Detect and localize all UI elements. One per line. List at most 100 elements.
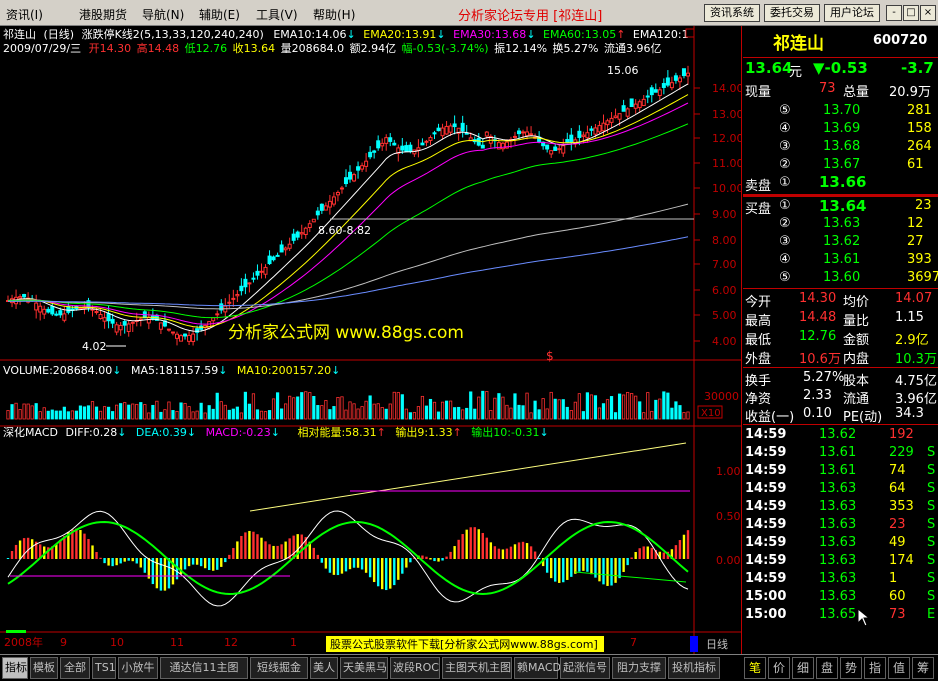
candle-body [665, 77, 670, 86]
buy-num: ② [779, 216, 791, 231]
volume-bar [6, 410, 10, 420]
tab-7[interactable]: 美人 [310, 657, 338, 679]
tick-time: 14:59 [745, 427, 787, 442]
macd-bar [549, 558, 553, 579]
macd-bar [75, 528, 78, 559]
volume-bar [557, 399, 561, 420]
macd-bar [505, 548, 509, 559]
close-icon[interactable]: × [920, 5, 936, 21]
tab-10[interactable]: 主图天机主图 [442, 657, 512, 679]
macd-bar [401, 558, 404, 574]
svg-text:0.50: 0.50 [716, 510, 741, 523]
maximize-icon[interactable]: □ [903, 5, 919, 21]
tab-6[interactable]: 短线掘金 [250, 657, 308, 679]
tab-2[interactable]: 全部 [60, 657, 90, 679]
minimize-icon[interactable]: - [886, 5, 902, 21]
volume-bar [626, 392, 630, 420]
menu-item-navigate[interactable]: 导航(N) [142, 6, 184, 23]
tick-price: 13.63 [819, 535, 857, 550]
candle-body [179, 335, 184, 342]
volume-bar [34, 403, 38, 420]
right-tab-5[interactable]: 指 [864, 657, 886, 679]
candle-body [621, 105, 626, 112]
tick-time: 14:59 [745, 463, 787, 478]
candle-body [629, 98, 634, 108]
macd-bar [55, 543, 58, 559]
volume-bar [46, 410, 50, 420]
right-tab-3[interactable]: 盘 [816, 657, 838, 679]
tick-side: S [927, 571, 936, 586]
volume-bar [207, 405, 211, 420]
buy-num: ④ [779, 252, 791, 267]
right-tab-7[interactable]: 筹 [912, 657, 934, 679]
macd-histogram [6, 527, 690, 591]
tab-0[interactable]: 指标 [2, 657, 28, 679]
menu-item-help[interactable]: 帮助(H) [313, 6, 355, 23]
volume-bar [513, 393, 517, 420]
period-label[interactable]: 日线 [706, 637, 728, 651]
candle-body [335, 191, 340, 196]
menu-item-assist[interactable]: 辅助(E) [199, 6, 240, 23]
forum-button[interactable]: 用户论坛 [824, 4, 880, 22]
candle-body [372, 150, 377, 153]
chart-header-2: 2009/07/29/三 开14.30 高14.48 低12.76 收13.64… [3, 41, 661, 55]
tab-12[interactable]: 起涨信号 [560, 657, 610, 679]
chart-svg[interactable]: 祁连山 (日线) 涨跌停K线2(5,13,33,120,240,240) EMA… [0, 26, 742, 654]
chart-area[interactable]: 祁连山 (日线) 涨跌停K线2(5,13,33,120,240,240) EMA… [0, 26, 742, 654]
menu-item-hk-futures[interactable]: 港股期货 [79, 6, 127, 23]
tick-volume: 64 [889, 481, 906, 496]
right-tab-2[interactable]: 细 [792, 657, 814, 679]
macd-bar [240, 535, 243, 559]
volume-bar [42, 407, 46, 420]
candle-body [126, 323, 131, 332]
macd-bar [352, 558, 356, 568]
candle-body [283, 247, 288, 251]
svg-text:12.00: 12.00 [712, 132, 742, 145]
volume-bar [231, 408, 235, 420]
tab-8[interactable]: 天美黑马 [340, 657, 388, 679]
candle-body [581, 134, 586, 137]
stat-value: 14.30 [799, 291, 837, 306]
menu-item-info[interactable]: 资讯(I) [6, 6, 43, 23]
candle-body [331, 196, 336, 205]
menu-item-tools[interactable]: 工具(V) [256, 6, 298, 23]
candle-body [424, 140, 429, 143]
right-tab-1[interactable]: 价 [768, 657, 790, 679]
right-tab-4[interactable]: 势 [840, 657, 862, 679]
tab-11[interactable]: 赖MACD [514, 657, 561, 679]
macd-bar [493, 546, 497, 559]
candle-body [255, 270, 260, 276]
right-tab-6[interactable]: 值 [888, 657, 910, 679]
candle-body [22, 293, 27, 298]
candle-body [130, 321, 135, 324]
candle-body [500, 142, 505, 150]
tick-price: 13.63 [819, 481, 857, 496]
volume-bar [440, 401, 445, 420]
right-tab-0[interactable]: 笔 [744, 657, 766, 679]
macd-bar [622, 558, 625, 572]
trade-button[interactable]: 委托交易 [764, 4, 820, 22]
svg-text:9: 9 [60, 636, 67, 649]
ema120-label: EMA120:1 [633, 28, 689, 41]
candle-body [291, 233, 296, 241]
scroll-marker[interactable] [6, 630, 26, 633]
tab-13[interactable]: 阻力支撑 [612, 657, 666, 679]
volume-bar [420, 395, 425, 420]
tab-1[interactable]: 模板 [30, 657, 58, 679]
stock-name: 祁连山 [773, 34, 824, 54]
tab-5[interactable]: 通达信11主图 [160, 657, 248, 679]
volume-bar [617, 393, 622, 420]
volume-bar [159, 411, 163, 420]
footer-banner[interactable]: 股票公式股票软件下载[分析家公式网www.88gs.com] [330, 637, 598, 651]
volume-bar [324, 400, 328, 420]
info-system-button[interactable]: 资讯系统 [704, 4, 760, 22]
macd-bar [159, 558, 163, 591]
sell1-label: 卖盘 [745, 179, 772, 194]
tab-3[interactable]: TS1 [92, 657, 116, 679]
tab-14[interactable]: 投机指标 [668, 657, 720, 679]
macd-bar [614, 558, 617, 583]
period-scroll-button[interactable] [690, 636, 698, 652]
tab-9[interactable]: 波段ROC [390, 657, 440, 679]
tab-4[interactable]: 小放牛 [118, 657, 158, 679]
macd-bar [461, 534, 464, 559]
